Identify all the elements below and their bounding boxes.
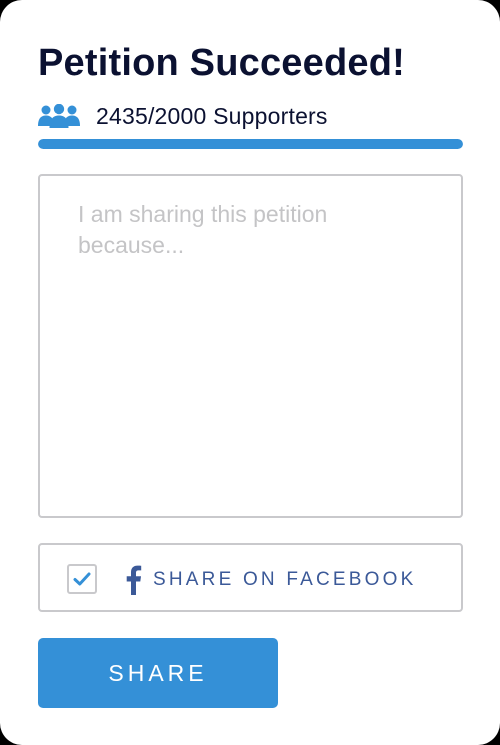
- people-group-icon: [38, 104, 80, 128]
- supporters-row: 2435/2000 Supporters: [38, 102, 328, 130]
- facebook-checkbox[interactable]: [67, 564, 97, 594]
- share-on-facebook-option[interactable]: SHARE ON FACEBOOK: [38, 543, 463, 612]
- petition-card: Petition Succeeded! 2435/2000 Supporters: [0, 0, 500, 745]
- petition-title: Petition Succeeded!: [38, 42, 405, 84]
- progress-bar-fill: [38, 139, 463, 149]
- facebook-icon: [126, 565, 142, 595]
- share-message-textarea[interactable]: [38, 174, 463, 518]
- supporters-count: 2435/2000 Supporters: [96, 102, 328, 129]
- share-on-facebook-label: SHARE ON FACEBOOK: [153, 569, 417, 590]
- checkmark-icon: [73, 572, 91, 586]
- share-button[interactable]: SHARE: [38, 638, 278, 708]
- progress-bar: [38, 139, 463, 149]
